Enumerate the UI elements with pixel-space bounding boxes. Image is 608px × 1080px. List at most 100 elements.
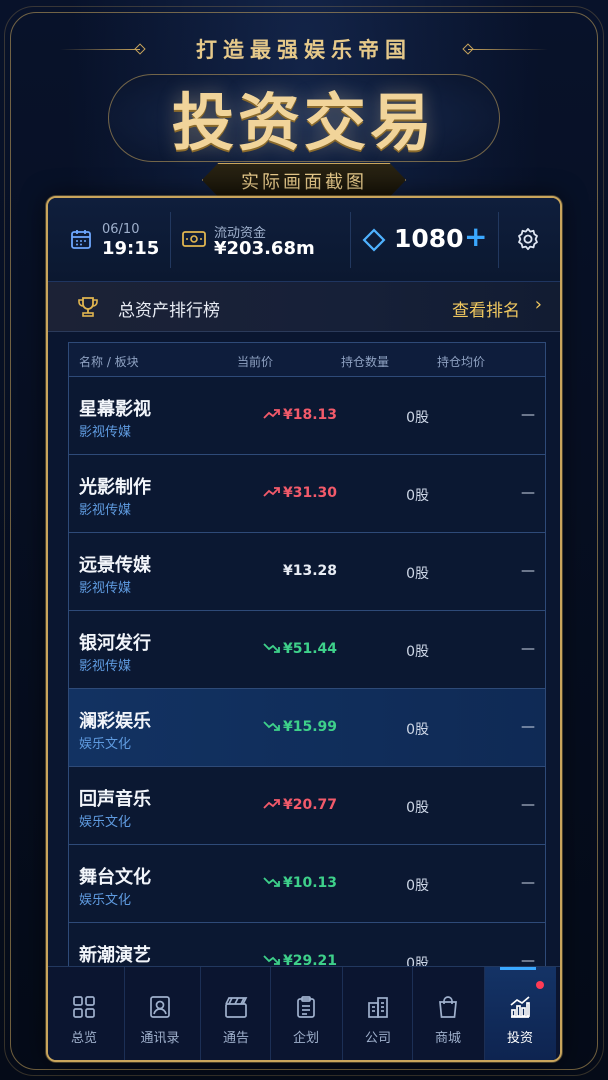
cash-icon	[182, 231, 206, 247]
nav-item-5[interactable]: 商城	[412, 967, 484, 1060]
active-tab-indicator	[500, 967, 536, 970]
grid-icon	[73, 996, 95, 1018]
nav-label: 投资	[506, 1031, 533, 1046]
holding-quantity: 0股	[406, 722, 429, 738]
nav-item-1[interactable]: 通讯录	[124, 967, 196, 1060]
page-subtitle: 实际画面截图	[241, 172, 367, 193]
divider	[498, 212, 499, 268]
nav-item-2[interactable]: 通告	[200, 967, 272, 1060]
ranking-title: 总资产排行榜	[118, 301, 220, 321]
nav-label: 通告	[222, 1031, 249, 1046]
nav-item-4[interactable]: 公司	[342, 967, 414, 1060]
trend-down-icon	[263, 719, 283, 735]
table-row[interactable]: 星幕影视影视传媒 ¥18.13 0股 —	[69, 377, 545, 455]
table-row[interactable]: 银河发行影视传媒 ¥51.44 0股 —	[69, 611, 545, 689]
column-header-name: 名称 / 板块	[79, 355, 139, 369]
column-header-holding: 持仓数量	[341, 355, 390, 369]
tagline: 打造最强娱乐帝国	[196, 37, 412, 62]
stock-sector: 影视传媒	[79, 659, 132, 674]
page-title: 投资交易	[171, 86, 436, 159]
stock-name: 舞台文化	[79, 867, 151, 888]
add-gems-button[interactable]: +	[464, 220, 487, 253]
nav-label: 通讯录	[140, 1031, 180, 1046]
stock-name: 光影制作	[79, 477, 151, 498]
stock-sector: 娱乐文化	[79, 737, 132, 752]
divider	[170, 212, 171, 268]
stock-sector: 影视传媒	[79, 425, 132, 440]
price-value: ¥31.30	[282, 485, 337, 501]
stock-price: ¥18.13	[263, 407, 337, 423]
stock-name: 星幕影视	[79, 399, 151, 420]
holding-quantity: 0股	[406, 644, 429, 660]
stock-price: ¥10.13	[263, 875, 337, 891]
stock-price: ¥15.99	[263, 719, 337, 735]
stock-sector: 影视传媒	[79, 581, 132, 596]
holding-avg-price: —	[521, 719, 535, 735]
nav-label: 总览	[70, 1031, 97, 1046]
stock-sector: 影视传媒	[79, 503, 132, 518]
contacts-icon	[150, 996, 170, 1018]
table-row[interactable]: 澜彩娱乐 娱乐文化 ¥15.99 0股 —	[69, 689, 545, 767]
price-value: ¥51.44	[282, 641, 337, 657]
nav-item-6[interactable]: 投资	[484, 967, 556, 1060]
table-header: 名称 / 板块 当前价 持仓数量 持仓均价	[69, 343, 545, 377]
status-bar: 06/10 19:15 流动资金 ¥203.68m 1080 +	[48, 198, 560, 282]
table-row[interactable]: 远景传媒影视传媒 ¥13.28 0股 —	[69, 533, 545, 611]
stock-price: ¥31.30	[263, 485, 337, 501]
nav-item-3[interactable]: 企划	[270, 967, 342, 1060]
clipboard-icon	[297, 996, 315, 1018]
nav-divider	[412, 967, 413, 1060]
building-icon	[368, 997, 388, 1018]
gear-icon[interactable]	[514, 226, 542, 254]
stock-price: ¥51.44	[263, 641, 337, 657]
price-value: ¥13.28	[282, 563, 337, 579]
nav-label: 企划	[292, 1031, 319, 1046]
bottom-nav: 总览 通讯录 通告 企划 公司 商城 投资	[48, 966, 560, 1060]
holding-avg-price: —	[521, 407, 535, 423]
stock-sector: 娱乐文化	[79, 893, 132, 908]
chart-icon	[510, 996, 530, 1018]
holding-quantity: 0股	[406, 488, 429, 504]
holding-quantity: 0股	[406, 800, 429, 816]
nav-divider	[200, 967, 201, 1060]
trading-panel: 06/10 19:15 流动资金 ¥203.68m 1080 + 总资产排行榜	[46, 196, 562, 1062]
trend-down-icon	[263, 641, 283, 657]
ranking-bar[interactable]: 总资产排行榜 查看排名 ›	[48, 282, 560, 332]
fund-value: ¥203.68m	[214, 238, 315, 259]
view-ranking-link[interactable]: 查看排名	[452, 296, 520, 321]
gem-count: 1080	[394, 224, 464, 253]
price-value: ¥10.13	[282, 875, 337, 891]
nav-label: 商城	[434, 1031, 461, 1046]
holding-avg-price: —	[521, 641, 535, 657]
holding-avg-price: —	[521, 875, 535, 891]
diamond-icon	[362, 228, 386, 252]
table-row[interactable]: 舞台文化娱乐文化 ¥10.13 0股 —	[69, 845, 545, 923]
holding-avg-price: —	[521, 563, 535, 579]
column-header-price: 当前价	[237, 355, 274, 369]
holding-avg-price: —	[521, 485, 535, 501]
stock-name: 远景传媒	[79, 555, 151, 576]
stock-name: 新潮演艺	[79, 945, 151, 966]
nav-divider	[270, 967, 271, 1060]
holding-quantity: 0股	[406, 410, 429, 426]
nav-divider	[484, 967, 485, 1060]
trend-up-icon	[263, 407, 283, 423]
nav-item-0[interactable]: 总览	[48, 967, 120, 1060]
stock-name: 银河发行	[79, 633, 151, 654]
price-value: ¥20.77	[282, 797, 337, 813]
holding-quantity: 0股	[406, 566, 429, 582]
divider	[350, 212, 351, 268]
trend-up-icon	[263, 797, 283, 813]
stock-price: ¥20.77	[263, 797, 337, 813]
nav-divider	[342, 967, 343, 1060]
chevron-right-icon[interactable]: ›	[535, 294, 542, 315]
trend-down-icon	[263, 875, 283, 891]
date-label: 06/10	[102, 222, 140, 237]
calendar-icon	[71, 230, 91, 249]
table-row[interactable]: 回声音乐 娱乐文化 ¥20.77 0股 —	[69, 767, 545, 845]
holding-quantity: 0股	[406, 878, 429, 894]
table-row[interactable]: 光影制作影视传媒 ¥31.30 0股 —	[69, 455, 545, 533]
stock-price: ¥13.28	[283, 563, 337, 579]
shopping-bag-icon	[439, 996, 457, 1018]
time-label: 19:15	[102, 238, 160, 259]
